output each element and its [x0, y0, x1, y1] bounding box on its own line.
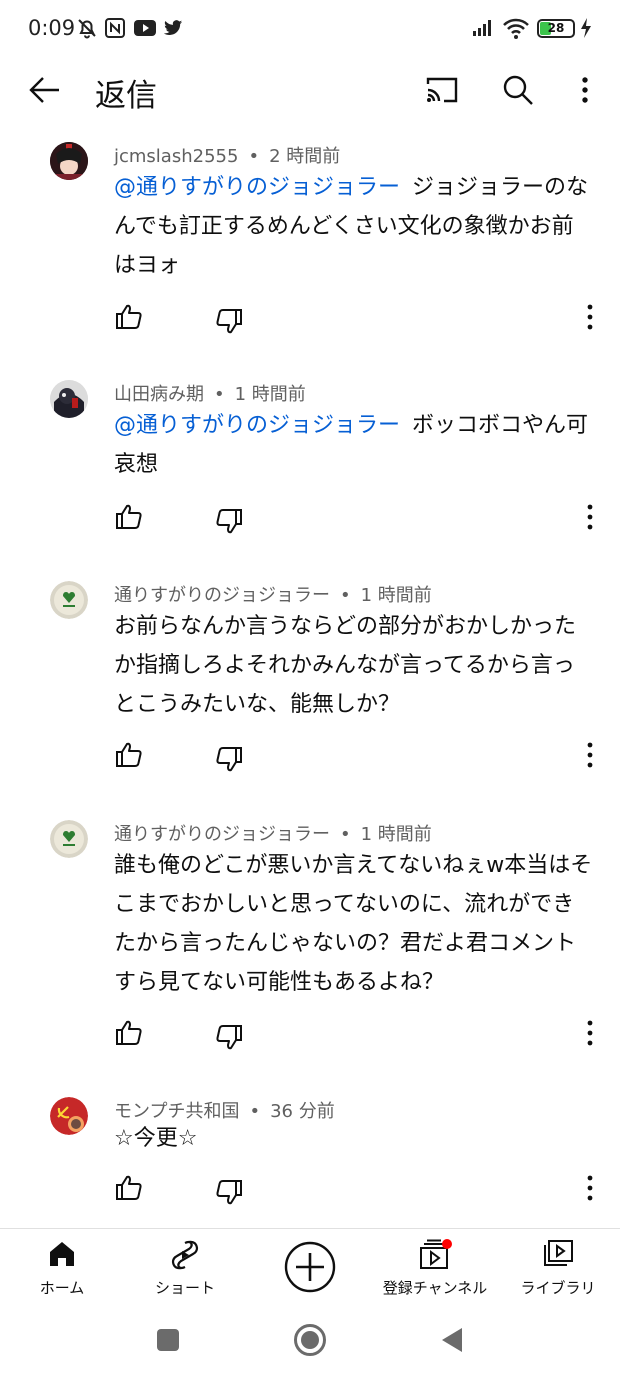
comment-text: 誰も俺のどこが悪いか言えてないねぇw本当はそこまでおかしいと思ってないのに、流れ…	[114, 853, 593, 995]
library-icon	[544, 1240, 573, 1266]
comment-more-button[interactable]	[580, 302, 600, 332]
comment-text: ☆今更☆	[114, 1126, 198, 1151]
back-button[interactable]	[23, 70, 67, 110]
comment-text: お前らなんか言うならどの部分がおかしかったか指摘しろよそれかみんなが言ってるから…	[114, 614, 577, 717]
search-button[interactable]	[496, 70, 540, 110]
avatar[interactable]	[50, 820, 88, 858]
avatar[interactable]	[50, 142, 88, 180]
comment-meta: jcmslash2555 • 2 時間前	[114, 146, 341, 167]
nav-subscriptions[interactable]: 登録チャンネル	[373, 1229, 497, 1307]
comment-author[interactable]: 通りすがりのジョジョラー	[114, 585, 330, 606]
avatar-image	[50, 820, 88, 858]
home-icon	[50, 1242, 74, 1266]
comment-meta: 通りすがりのジョジョラー • 1 時間前	[114, 824, 432, 845]
create-button[interactable]	[282, 1229, 338, 1307]
avatar[interactable]	[50, 581, 88, 619]
subscriptions-icon	[420, 1239, 452, 1269]
page-title: 返信	[95, 78, 157, 114]
like-button[interactable]	[114, 502, 144, 532]
nav-home-label: ホーム	[39, 1279, 85, 1297]
recents-button[interactable]	[156, 1328, 180, 1352]
avatar-image	[50, 380, 88, 418]
more-options-button[interactable]	[563, 70, 607, 110]
charging-bolt-icon	[581, 18, 591, 38]
comment-author[interactable]: 山田病み期	[114, 384, 204, 405]
nav-library-label: ライブラリ	[520, 1279, 596, 1297]
cast-button[interactable]	[420, 70, 464, 110]
avatar-image	[50, 142, 88, 180]
dislike-button[interactable]	[214, 1022, 244, 1052]
nav-home[interactable]: ホーム	[22, 1229, 102, 1307]
comment-more-button[interactable]	[580, 1173, 600, 1203]
mute-bell-icon	[78, 19, 96, 39]
comment-more-button[interactable]	[580, 502, 600, 532]
comment-meta: 通りすがりのジョジョラー • 1 時間前	[114, 585, 432, 606]
comment-time: 1 時間前	[360, 585, 432, 606]
comment-time: 1 時間前	[234, 384, 306, 405]
notification-dot	[442, 1239, 452, 1249]
shorts-icon	[171, 1240, 199, 1270]
search-icon	[503, 75, 533, 105]
comment-time: 1 時間前	[360, 824, 432, 845]
back-arrow-icon	[29, 77, 59, 103]
wifi-icon	[503, 18, 529, 39]
youtube-app-icon	[134, 20, 156, 36]
add-icon	[284, 1241, 336, 1293]
battery-level: 28	[547, 21, 565, 35]
comment-text: @通りすがりのジョジョラー ジョジョラーのなんでも訂正するめんどくさい文化の象徴か…	[114, 175, 589, 278]
avatar[interactable]	[50, 1097, 88, 1135]
home-system-button[interactable]	[293, 1323, 327, 1357]
bottom-nav: ホーム ショート 登録チャンネル ライブラリ	[0, 1228, 620, 1306]
cellular-signal-icon	[473, 20, 491, 36]
status-time: 0:09	[28, 16, 76, 40]
avatar-image	[50, 1097, 88, 1135]
battery-icon: 28	[537, 19, 575, 38]
dislike-button[interactable]	[214, 506, 244, 536]
nav-shorts-label: ショート	[154, 1279, 215, 1297]
avatar-image	[50, 581, 88, 619]
comment-more-button[interactable]	[580, 740, 600, 770]
like-button[interactable]	[114, 740, 144, 770]
like-button[interactable]	[114, 302, 144, 332]
comment-text: @通りすがりのジョジョラー ボッコボコやん可哀想	[114, 413, 589, 477]
like-button[interactable]	[114, 1018, 144, 1048]
like-button[interactable]	[114, 1173, 144, 1203]
twitter-app-icon	[163, 20, 183, 35]
back-system-button[interactable]	[440, 1326, 464, 1354]
nav-shorts[interactable]: ショート	[140, 1229, 230, 1307]
dislike-button[interactable]	[214, 306, 244, 336]
comment-more-button[interactable]	[580, 1018, 600, 1048]
comment-meta: 山田病み期 • 1 時間前	[114, 384, 306, 405]
mention-link[interactable]: @通りすがりのジョジョラー	[114, 413, 400, 438]
system-nav-bar	[0, 1306, 620, 1378]
status-bar: 0:09 28	[0, 0, 620, 58]
cast-icon	[426, 77, 458, 103]
more-vert-icon	[582, 77, 588, 103]
dislike-button[interactable]	[214, 1177, 244, 1207]
mention-link[interactable]: @通りすがりのジョジョラー	[114, 175, 400, 200]
comment-author[interactable]: 通りすがりのジョジョラー	[114, 824, 330, 845]
app-bar: 返信	[0, 58, 620, 122]
dislike-button[interactable]	[214, 744, 244, 774]
comment-time: 2 時間前	[269, 146, 341, 167]
nav-subscriptions-label: 登録チャンネル	[382, 1279, 488, 1297]
nav-library[interactable]: ライブラリ	[512, 1229, 604, 1307]
avatar[interactable]	[50, 380, 88, 418]
comment-author[interactable]: jcmslash2555	[114, 146, 238, 167]
nfc-icon	[105, 18, 125, 38]
